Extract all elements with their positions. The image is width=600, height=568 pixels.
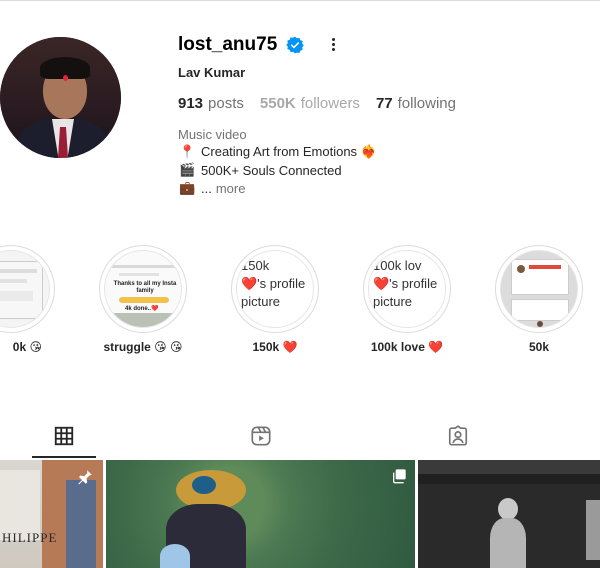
bio-line: 📍 Creating Art from Emotions ❤️‍🔥 [179,144,377,160]
highlight-item[interactable]: 100k lov ❤️'s profile picture 100k love … [362,245,452,354]
highlight-cover: 150k ❤️'s profile picture [236,250,314,328]
bio-line: 🎬 500K+ Souls Connected [179,162,342,178]
bio-line: 💼 ... more [179,180,245,196]
followers-count-label: followers [300,95,360,112]
following-count-value: 77 [375,95,393,112]
active-tab-indicator [32,456,96,458]
tagged-icon[interactable] [446,425,470,447]
bio-text: ... [201,180,212,196]
grid-icon[interactable] [52,425,76,447]
multiple-posts-icon [393,469,406,484]
highlight-label: struggle 😘 😘 [103,340,183,354]
highlight-item[interactable]: 50k [494,245,584,354]
highlight-item[interactable]: 150k ❤️'s profile picture 150k ❤️ [230,245,320,354]
highlight-cover: Thanks to all my Insta family 4k done..❤… [104,250,182,328]
followers-count-value: 550K [259,95,296,112]
highlight-cover [500,250,578,328]
profile-avatar[interactable] [0,37,121,158]
following-link[interactable]: 77 following [376,95,456,112]
highlight-item[interactable]: 0k 😘 [0,245,56,354]
posts-count-value: 913 [178,95,204,112]
broken-image-alt: 100k lov ❤️'s profile picture [373,258,438,309]
following-count-label: following [397,95,456,112]
highlight-label: 150k ❤️ [252,340,298,354]
posts-count: 913 posts [178,95,244,112]
post-overlay-text: HILIPPE [2,530,58,545]
post-thumbnail[interactable]: HILIPPE [0,460,103,568]
post-thumbnail[interactable] [106,460,415,568]
bio-text: 500K+ Souls Connected [201,162,342,178]
profile-category: Music video [178,127,247,142]
pin-icon: 📍 [179,144,196,159]
verified-badge-icon [286,36,304,54]
posts-count-label: posts [208,95,244,112]
highlight-thumb-subtext: 4k done..❤️ [125,306,159,312]
highlight-cover: 100k lov ❤️'s profile picture [368,250,446,328]
reels-icon[interactable] [249,425,273,447]
post-thumbnail[interactable] [418,460,600,568]
highlight-label: 50k [528,340,550,354]
highlight-item[interactable]: Thanks to all my Insta family 4k done..❤… [98,245,188,354]
clapper-icon: 🎬 [179,162,196,177]
highlight-label: 100k love ❤️ [370,340,444,354]
bio-more-link[interactable]: more [216,181,246,196]
highlight-cover [0,250,50,328]
top-divider [0,0,600,1]
highlight-thumb-text: Thanks to all my Insta family [113,281,177,294]
broken-image-alt: 150k ❤️'s profile picture [241,258,306,309]
username: lost_anu75 [178,34,278,55]
bio-text: Creating Art from Emotions ❤️‍🔥 [201,144,377,159]
pin-post-icon [78,470,92,485]
profile-stats: 913 posts 550K followers 77 following [178,95,456,112]
full-name: Lav Kumar [178,65,246,80]
more-options-button[interactable] [326,36,340,52]
briefcase-icon: 💼 [179,180,196,195]
highlight-label: 0k 😘 [12,340,42,354]
followers-link[interactable]: 550K followers [260,95,360,112]
